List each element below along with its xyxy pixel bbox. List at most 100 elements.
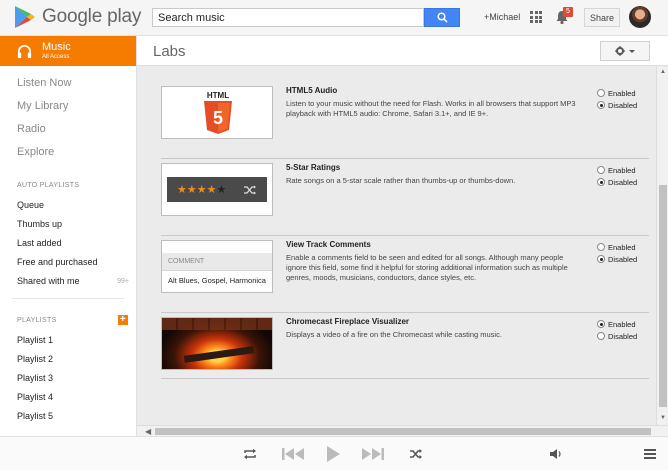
volume-icon	[550, 449, 561, 459]
auto-playlist-label: Last added	[17, 238, 62, 248]
avatar[interactable]	[629, 6, 651, 28]
radio-button[interactable]	[597, 166, 605, 174]
playlist-item[interactable]: Playlist 2	[0, 350, 136, 369]
previous-icon	[282, 448, 304, 460]
radio-label: Enabled	[608, 319, 636, 329]
enabled-radio[interactable]: Enabled	[597, 241, 637, 253]
sidebar-divider	[12, 298, 124, 299]
music-all-access-header[interactable]: Music All Access	[0, 36, 136, 66]
comment-thumb-body: Alt Blues, Gospel, Harmonica	[168, 276, 266, 285]
star-ratings-thumbnail: ★★★★★	[161, 163, 273, 216]
previous-track-button[interactable]	[280, 444, 306, 464]
radio-label: Disabled	[608, 177, 638, 187]
top-bar: Google play +Michael 5 Share	[0, 0, 668, 36]
radio-button[interactable]	[597, 243, 605, 251]
lab-description: Listen to your music without the need fo…	[286, 99, 576, 118]
play-button[interactable]	[323, 444, 343, 464]
horizontal-scroll-thumb[interactable]	[155, 428, 651, 435]
enabled-radio[interactable]: Enabled	[597, 164, 637, 176]
radio-label: Disabled	[608, 100, 638, 110]
fireplace-image	[162, 318, 272, 369]
lab-description: Displays a video of a fire on the Chrome…	[286, 330, 502, 339]
vertical-scrollbar[interactable]: ▲ ▼	[656, 67, 668, 425]
auto-playlists-heading: AUTO PLAYLISTS	[17, 182, 80, 189]
playlist-item[interactable]: Playlist 1	[0, 331, 136, 350]
lab-title: Chromecast Fireplace Visualizer	[286, 317, 410, 326]
scroll-down-arrow-icon[interactable]: ▼	[659, 415, 667, 421]
radio-button-selected[interactable]	[597, 101, 605, 109]
playlists-heading-label: PLAYLISTS	[17, 317, 57, 324]
search-button[interactable]	[424, 8, 460, 27]
track-comments-thumbnail: COMMENT Alt Blues, Gospel, Harmonica	[161, 240, 273, 293]
search-input[interactable]	[152, 8, 424, 27]
auto-playlist-free-and-purchased[interactable]: Free and purchased	[0, 253, 136, 272]
add-playlist-button[interactable]: +	[118, 315, 128, 325]
shuffle-icon	[410, 449, 422, 459]
notification-count-badge: 5	[563, 7, 573, 17]
playlist-item[interactable]: Playlist 4	[0, 388, 136, 407]
lab-description: Enable a comments field to be seen and e…	[286, 253, 568, 282]
next-track-button[interactable]	[360, 444, 386, 464]
apps-grid-icon[interactable]	[530, 11, 542, 23]
lab-title: View Track Comments	[286, 240, 371, 249]
shuffle-icon	[244, 185, 257, 194]
radio-button-selected[interactable]	[597, 255, 605, 263]
comment-thumb-header: COMMENT	[162, 253, 272, 271]
disabled-radio[interactable]: Disabled	[597, 253, 637, 265]
star-rating-icon: ★★★★★	[177, 184, 227, 196]
all-access-label: All Access	[42, 54, 70, 60]
queue-button[interactable]	[642, 444, 658, 464]
page-title: Labs	[153, 43, 186, 60]
radio-button[interactable]	[597, 89, 605, 97]
auto-playlist-thumbs-up[interactable]: Thumbs up	[0, 215, 136, 234]
lab-row-html5-audio: HTML 5 HTML5 Audio Listen to your music …	[161, 86, 649, 159]
playlist-item[interactable]: Playlist 3	[0, 369, 136, 388]
radio-button-selected[interactable]	[597, 320, 605, 328]
enabled-radio[interactable]: Enabled	[597, 87, 637, 99]
radio-label: Enabled	[608, 165, 636, 175]
auto-playlist-shared-with-me[interactable]: Shared with me 99+	[0, 272, 136, 291]
labs-list: HTML 5 HTML5 Audio Listen to your music …	[137, 67, 656, 425]
auto-playlist-label: Free and purchased	[17, 257, 98, 267]
radio-button-selected[interactable]	[597, 178, 605, 186]
auto-playlist-label: Thumbs up	[17, 219, 63, 229]
horizontal-scrollbar[interactable]: ◀	[137, 425, 668, 436]
playlists-heading: PLAYLISTS +	[0, 315, 136, 327]
user-profile-link[interactable]: +Michael	[484, 12, 520, 22]
auto-playlist-queue[interactable]: Queue	[0, 196, 136, 215]
scroll-up-arrow-icon[interactable]: ▲	[659, 69, 667, 75]
auto-playlist-label: Queue	[17, 200, 45, 210]
auto-playlist-last-added[interactable]: Last added	[0, 234, 136, 253]
main-header: Labs	[137, 36, 668, 66]
star-ratings-preview: ★★★★★	[167, 177, 267, 202]
nav-listen-now[interactable]: Listen Now	[0, 72, 136, 95]
play-logo-icon	[15, 6, 35, 28]
html5-logo-icon: HTML 5	[204, 91, 232, 134]
queue-list-icon	[644, 449, 656, 459]
radio-label: Enabled	[608, 242, 636, 252]
nav-explore[interactable]: Explore	[0, 141, 136, 164]
shuffle-button[interactable]	[408, 444, 424, 464]
radio-button[interactable]	[597, 332, 605, 340]
share-button[interactable]: Share	[584, 8, 620, 27]
disabled-radio[interactable]: Disabled	[597, 176, 637, 188]
repeat-button[interactable]	[242, 444, 258, 464]
google-play-logo[interactable]: Google play	[14, 4, 141, 30]
lab-row-view-track-comments: COMMENT Alt Blues, Gospel, Harmonica Vie…	[161, 240, 649, 313]
lab-description: Rate songs on a 5-star scale rather than…	[286, 176, 516, 185]
music-title: Music	[42, 41, 71, 53]
nav-my-library[interactable]: My Library	[0, 95, 136, 118]
disabled-radio[interactable]: Disabled	[597, 99, 637, 111]
nav-radio[interactable]: Radio	[0, 118, 136, 141]
radio-label: Disabled	[608, 254, 638, 264]
playlist-item[interactable]: Playlist 5	[0, 407, 136, 426]
auto-playlist-label: Shared with me	[17, 276, 80, 286]
settings-menu-button[interactable]	[600, 41, 650, 61]
vertical-scroll-thumb[interactable]	[659, 185, 667, 407]
disabled-radio[interactable]: Disabled	[597, 330, 637, 342]
play-icon	[327, 446, 340, 462]
enabled-radio[interactable]: Enabled	[597, 318, 637, 330]
volume-button[interactable]	[548, 444, 564, 464]
headphones-icon	[17, 44, 32, 58]
logo-text: Google play	[42, 6, 142, 27]
